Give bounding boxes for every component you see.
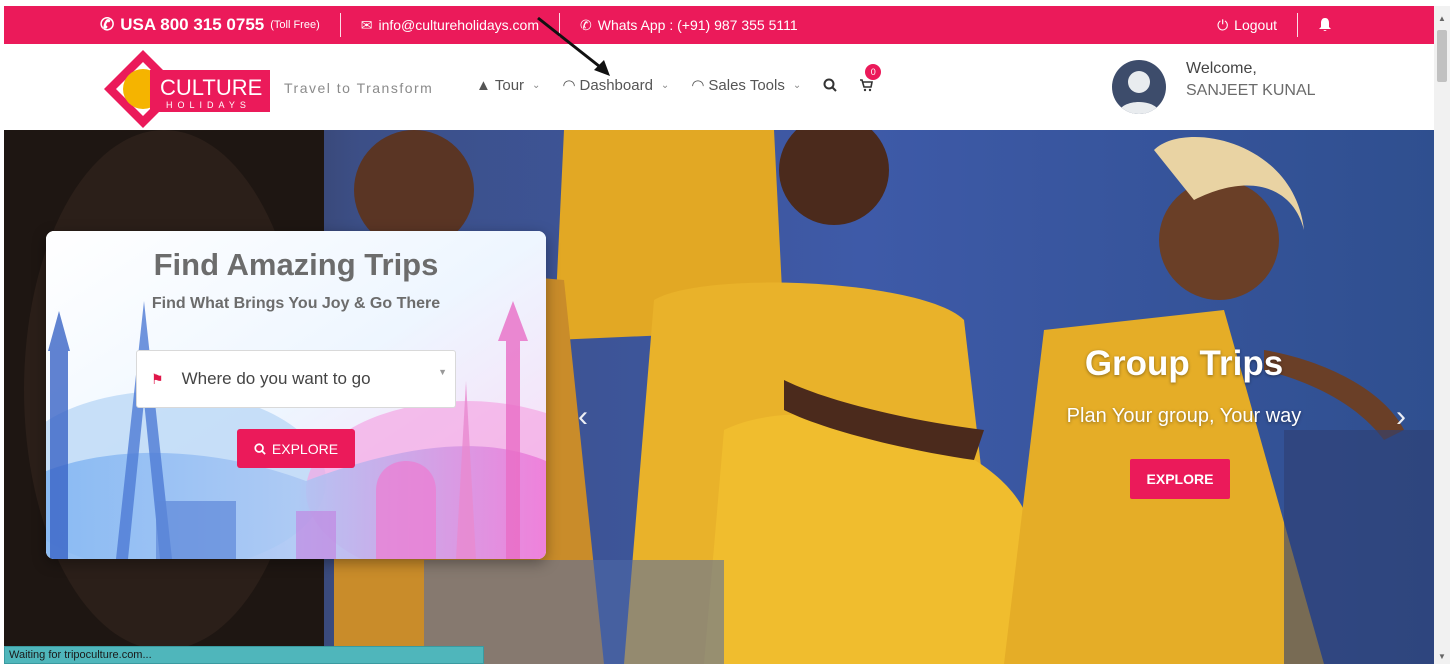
slide-subtitle: Plan Your group, Your way <box>1066 405 1302 427</box>
bell-icon <box>1319 18 1331 31</box>
whatsapp-text: Whats App : (+91) 987 355 5111 <box>597 17 798 33</box>
scrollbar-thumb[interactable] <box>1437 30 1447 82</box>
tour-icon: ▲ <box>476 76 491 94</box>
slider-prev-button[interactable]: ‹ <box>578 400 588 434</box>
cart-button[interactable]: 0 <box>859 64 882 92</box>
menu-sales-tools[interactable]: ◠ Sales Tools ⌄ <box>691 76 802 95</box>
hero-slider: Find Amazing Trips Find What Brings You … <box>4 130 1434 664</box>
slide-title: Group Trips <box>1084 344 1284 383</box>
annotation-arrow-icon <box>537 16 610 76</box>
slide-explore-button[interactable]: EXPLORE <box>1130 459 1230 499</box>
menu-sales-tools-label: Sales Tools <box>708 76 785 94</box>
page-scrollbar[interactable]: ▲ ▼ <box>1434 6 1450 664</box>
browser-page: ✆ USA 800 315 0755 (Toll Free) ✉ info@cu… <box>0 0 1450 664</box>
chevron-down-icon: ⌄ <box>792 79 802 91</box>
phone-icon: ✆ <box>100 15 115 34</box>
phone-link[interactable]: ✆ USA 800 315 0755 (Toll Free) <box>4 6 340 44</box>
browser-status-bar: Waiting for tripoculture.com... <box>4 646 484 664</box>
cart-icon <box>860 79 874 92</box>
brand-name-bottom: HOLIDAYS <box>166 100 251 110</box>
search-icon <box>823 78 837 92</box>
power-icon: ⏻ <box>1217 16 1229 33</box>
top-contact-bar: ✆ USA 800 315 0755 (Toll Free) ✉ info@cu… <box>4 6 1434 44</box>
brand-name-top: CULTURE <box>160 75 262 100</box>
main-navbar: CULTURE HOLIDAYS Travel to Transform ▲ T… <box>4 44 1434 130</box>
scroll-up-icon[interactable]: ▲ <box>1438 14 1446 23</box>
gauge-icon: ◠ <box>691 77 705 94</box>
user-name: SANJEET KUNAL <box>1186 82 1316 99</box>
flag-icon: ⚑ <box>151 370 164 387</box>
email-link[interactable]: ✉ info@cultureholidays.com <box>341 6 559 44</box>
logout-label: Logout <box>1234 17 1277 33</box>
destination-placeholder: Where do you want to go <box>181 369 371 388</box>
avatar[interactable] <box>1112 60 1166 114</box>
menu-tour-label: Tour <box>494 76 525 94</box>
scroll-down-icon[interactable]: ▼ <box>1438 652 1446 661</box>
search-card-subtitle: Find What Brings You Joy & Go There <box>151 295 441 312</box>
slider-next-button[interactable]: › <box>1396 400 1406 434</box>
brand-logo[interactable]: CULTURE HOLIDAYS <box>104 50 279 128</box>
notifications-button[interactable] <box>1298 6 1352 44</box>
email-text: info@cultureholidays.com <box>378 17 539 33</box>
search-card-title: Find Amazing Trips <box>153 247 439 282</box>
explore-search-button[interactable]: EXPLORE <box>237 429 355 468</box>
explore-search-label: EXPLORE <box>271 440 339 457</box>
user-greeting[interactable]: Welcome, SANJEET KUNAL <box>1186 58 1316 102</box>
greeting-text: Welcome, <box>1186 60 1257 77</box>
trip-search-card: Find Amazing Trips Find What Brings You … <box>46 231 546 559</box>
mail-icon: ✉ <box>360 16 373 33</box>
caret-down-icon: ▼ <box>438 367 447 377</box>
chevron-right-icon: › <box>1396 400 1406 433</box>
chevron-left-icon: ‹ <box>578 400 588 433</box>
cart-count-badge: 0 <box>865 64 882 80</box>
search-icon <box>254 442 266 455</box>
search-button[interactable] <box>823 78 837 92</box>
logout-button[interactable]: ⏻ Logout <box>1197 6 1297 44</box>
phone-number: USA 800 315 0755 <box>120 15 265 34</box>
destination-select[interactable]: ⚑ Where do you want to go ▼ <box>136 350 456 408</box>
chevron-down-icon: ⌄ <box>660 79 670 91</box>
phone-note: (Toll Free) <box>270 19 320 31</box>
brand-tagline: Travel to Transform <box>284 80 434 96</box>
